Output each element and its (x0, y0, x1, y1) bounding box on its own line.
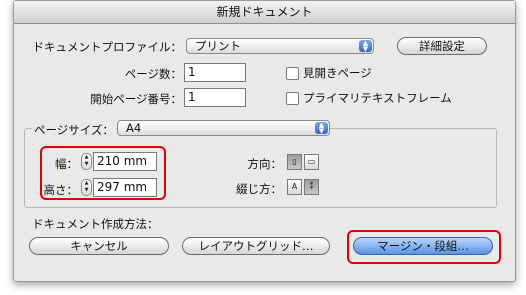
document-profile-value: プリント (195, 39, 241, 53)
document-profile-select[interactable]: プリント ▲ ▼ (186, 38, 374, 54)
primary-text-frame-checkbox[interactable] (286, 92, 299, 105)
start-page-field[interactable]: 1 (184, 88, 246, 107)
layout-grid-button[interactable]: レイアウトグリッド… (182, 237, 330, 255)
facing-pages-label: 見開きページ (303, 66, 372, 80)
advanced-settings-button[interactable]: 詳細設定 (397, 37, 487, 55)
primary-text-frame-label: プライマリテキストフレーム (303, 91, 452, 105)
dialog-title: 新規ドキュメント (14, 1, 515, 24)
up-down-arrows-icon: ▲ ▼ (359, 40, 372, 53)
page-size-select[interactable]: A4 ▲ ▼ (117, 120, 330, 136)
document-profile-label: ドキュメントプロファイル： (32, 40, 183, 54)
margins-highlight-box (347, 230, 501, 264)
create-method-label: ドキュメント作成方法： (32, 217, 159, 231)
page-count-field[interactable]: 1 (184, 63, 246, 82)
cancel-button[interactable]: キャンセル (29, 237, 169, 255)
right-to-left-binding-icon[interactable]: ⁑ (304, 179, 319, 195)
portrait-icon[interactable]: ▯ (287, 154, 302, 170)
page-size-value: A4 (126, 121, 142, 135)
orientation-label: 方向： (247, 157, 283, 171)
facing-pages-checkbox[interactable] (286, 67, 299, 80)
page-size-label: ページサイズ： (32, 122, 116, 138)
new-document-dialog: 新規ドキュメント ドキュメントプロファイル： プリント ▲ ▼ 詳細設定 ページ数… (13, 0, 516, 282)
size-highlight-box (40, 146, 166, 200)
up-down-arrows-icon: ▲ ▼ (315, 122, 328, 135)
binding-label: 綴じ方： (236, 182, 282, 196)
landscape-icon[interactable]: ▭ (304, 154, 319, 170)
left-to-right-binding-icon[interactable]: A (287, 179, 302, 195)
start-page-label: 開始ページ番号： (90, 92, 182, 106)
page-count-label: ページ数： (124, 67, 182, 81)
